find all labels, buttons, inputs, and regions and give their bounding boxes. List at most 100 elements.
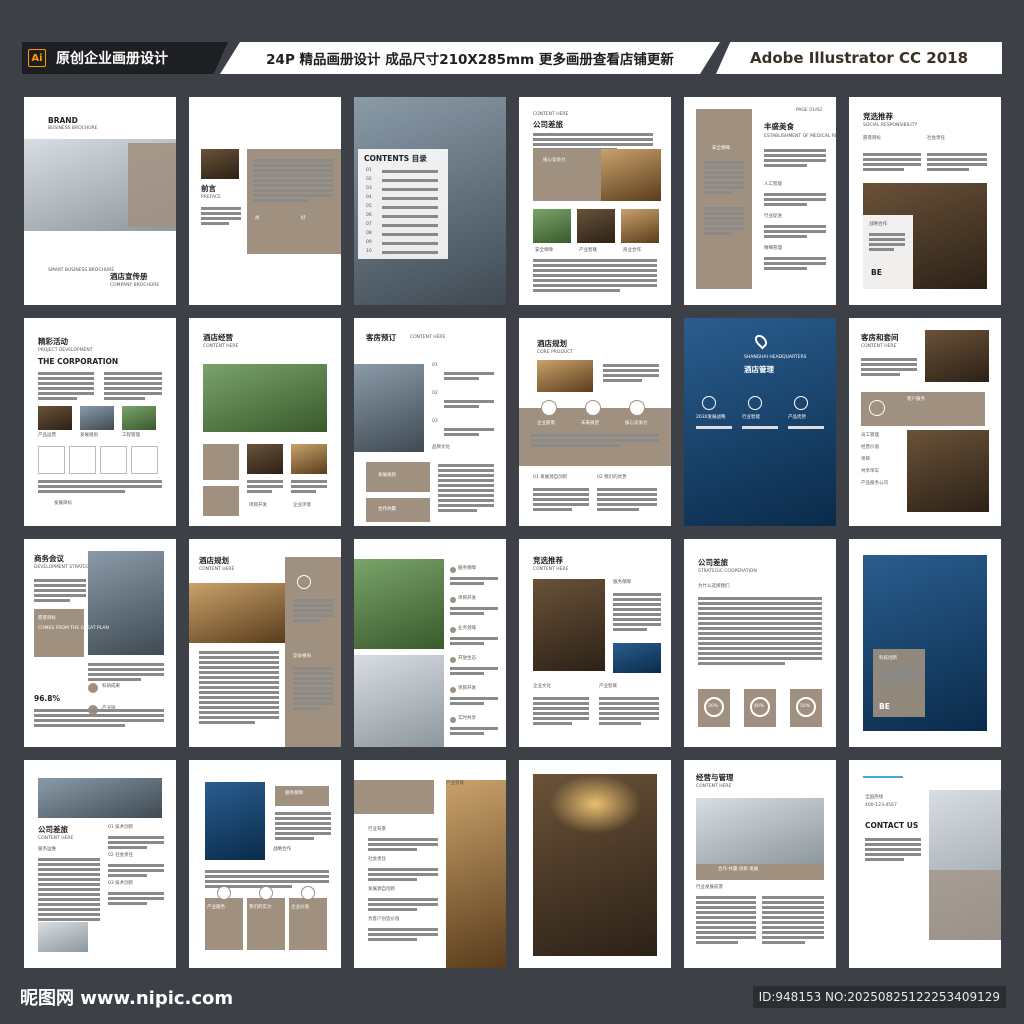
label-2: 好 (301, 216, 306, 221)
text-line (253, 184, 333, 187)
photo-caption: 工程管理 (122, 433, 140, 438)
text-line (879, 677, 919, 680)
label-1: 服务保障 (285, 791, 303, 796)
label-1: 产业智联 (446, 781, 464, 786)
text-line (696, 941, 738, 944)
text-line (762, 931, 824, 934)
text-line (104, 372, 162, 375)
photo (354, 655, 444, 747)
text-line (531, 439, 659, 442)
circle-icon (301, 886, 315, 900)
text-line (199, 666, 279, 669)
circle-icon (450, 717, 456, 723)
illustrator-icon: Ai (28, 49, 46, 67)
brochure-page[interactable]: CONTENT HERE 公司差旅 核心竞争力 安全保障 产业智联 商业合作 (519, 97, 671, 305)
text-line (293, 707, 321, 710)
text-line (34, 584, 86, 587)
brochure-page[interactable]: 客房预订 CONTENT HERE 01 02 03 品牌文化 发展规划 合作共赢 (354, 318, 506, 526)
page-subtitle: SHANGHAI HEADQUARTERS (744, 355, 807, 360)
text-line (104, 397, 145, 400)
text-line (704, 227, 744, 230)
brochure-page[interactable]: 精彩活动 PROJECT DEVELOPMENT THE CORPORATION 产品… (24, 318, 176, 526)
text-line (704, 186, 744, 189)
text-line (764, 225, 826, 228)
page-subtitle: CONTENT HERE (38, 836, 74, 841)
brochure-page[interactable]: 服务保障 战略合作 产业服务 我们的实力 企业价值 (189, 760, 341, 968)
brochure-page[interactable]: 商务会议 DEVELOPMENT STRATEGY 愿景目标 COMES FROM T… (24, 539, 176, 747)
text-line (599, 697, 659, 700)
text-line (861, 373, 901, 376)
label-1: 服务运维 (38, 847, 56, 852)
text-line (368, 843, 438, 846)
text-line (293, 692, 333, 695)
text-line (599, 707, 659, 710)
page-title: 公司差旅 (698, 558, 728, 567)
text-line (438, 499, 494, 502)
brochure-page[interactable]: 全国热线 400-123-4567 CONTACT US (849, 760, 1001, 968)
brochure-page[interactable]: 客房和套间 CONTENT HERE 客户服务 员工管理 经营价值 项目 共享单车 产品服务公… (849, 318, 1001, 526)
text-line (450, 577, 498, 580)
page-subtitle: STRATEGIC COOPERATION (698, 569, 757, 574)
text-line (108, 841, 164, 844)
text-line (869, 248, 895, 251)
text-line (927, 163, 987, 166)
toc-line (382, 251, 438, 254)
toc-number: 08 (366, 231, 372, 236)
photo (537, 360, 593, 392)
percent: 50% (800, 704, 811, 709)
brochure-page[interactable] (519, 760, 671, 968)
brochure-page[interactable]: 竞选推荐 CONTENT HERE 服务保障 企业文化 产业智联 (519, 539, 671, 747)
text-line (597, 508, 639, 511)
brochure-page[interactable]: BRAND BUSINESS BROCHURE SMART BUSINESS BRO… (24, 97, 176, 305)
label-1: 01 发展源自创新 (533, 475, 568, 480)
text-line (444, 428, 494, 431)
text-line (199, 686, 279, 689)
brochure-page[interactable]: 产业智联 行业背景 社会责任 发展源自创新 为客户创造价值 (354, 760, 506, 968)
circle-icon (541, 400, 557, 416)
text-line (704, 217, 744, 220)
text-line (533, 498, 589, 501)
label-1: 客户服务 (907, 397, 925, 402)
band-label: 核心竞争力 (625, 421, 648, 426)
brochure-page[interactable]: 公司差旅 CONTENT HERE 服务运维 01 技术创新 02 社会责任 03 技术创… (24, 760, 176, 968)
section-heading: 行业促进 (764, 214, 782, 219)
text-line (108, 869, 164, 872)
brochure-page[interactable]: 竞选推荐 SOCIAL RESPONSIBILITY 愿景目标 社会责任 战略合作 BE (849, 97, 1001, 305)
numbered-item: 01 技术创新 (108, 825, 134, 830)
photo (201, 149, 239, 179)
text-line (698, 657, 822, 660)
brochure-page[interactable]: 服务保障 项目开发 业务领域 开放生态 项目开发 实时共享 (354, 539, 506, 747)
page-subtitle: PROJECT DEVELOPMENT (38, 348, 93, 353)
circle-icon (450, 657, 456, 663)
text-line (861, 363, 917, 366)
brochure-page[interactable]: SHANGHAI HEADQUARTERS 酒店管理 2030发展战略 行业智能 产品优… (684, 318, 836, 526)
brochure-page[interactable]: 酒店规划 CORE PRODUCT 企业愿景 未来展望 核心竞争力 01 发展源自创新 02… (519, 318, 671, 526)
text-line (533, 269, 657, 272)
photo (122, 406, 156, 430)
circle-icon (794, 396, 808, 410)
text-line (38, 888, 100, 891)
section-heading: 服务保障 (458, 566, 476, 571)
page-subtitle: CONTENT HERE (696, 784, 732, 789)
brochure-page[interactable]: CONTENTS 目录 01 02 03 04 05 06 07 08 09 10 (354, 97, 506, 305)
brochure-page[interactable]: 科技创新 BE (849, 539, 1001, 747)
brochure-page[interactable]: 公司差旅 STRATEGIC COOPERATION 为什么选择我们 20% 40% 50… (684, 539, 836, 747)
text-line (613, 603, 661, 606)
card-label: 企业价值 (291, 905, 309, 910)
page-title: 客房预订 (366, 333, 396, 342)
brochure-page[interactable]: 前言 PREFACE 尚 好 (189, 97, 341, 305)
text-line (764, 193, 826, 196)
accent-panel (128, 143, 176, 227)
brochure-page[interactable]: PAGE 01/02 丰盛美食 ESTABLISHMENT OF MEDICAL R… (684, 97, 836, 305)
band-label: 未来展望 (581, 421, 599, 426)
header-center-text: 24P 精品画册设计 成品尺寸210X285mm 更多画册查看店铺更新 (266, 52, 674, 68)
photo (613, 643, 661, 673)
photo (38, 406, 72, 430)
brochure-page[interactable]: 酒店经营 CONTENT HERE 项目开发 企业环境 (189, 318, 341, 526)
list-item: 行业背景 (368, 827, 386, 832)
label-1: 服务保障 (613, 580, 631, 585)
section-heading: 人工智能 (764, 182, 782, 187)
brochure-page[interactable]: 酒店规划 CONTENT HERE 竞争格局 (189, 539, 341, 747)
brochure-page[interactable]: 经营与管理 CONTENT HERE 合作·共赢·创新·发展 行业发展前景 (684, 760, 836, 968)
text-line (293, 604, 333, 607)
